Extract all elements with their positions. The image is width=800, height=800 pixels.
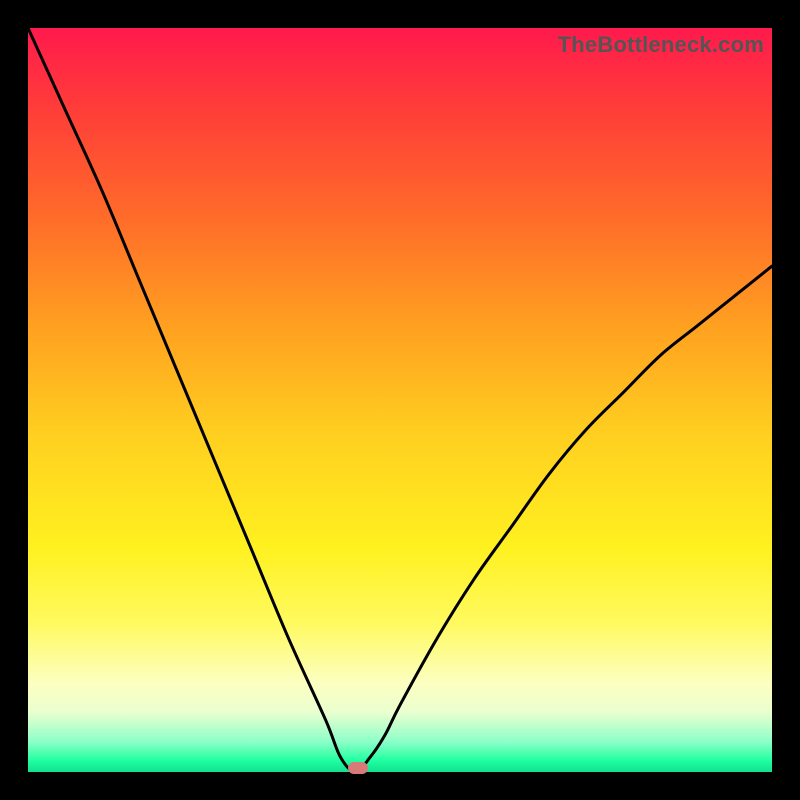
chart-frame: TheBottleneck.com [0,0,800,800]
minimum-marker [348,762,368,774]
plot-area: TheBottleneck.com [28,28,772,772]
bottleneck-curve [28,28,772,772]
